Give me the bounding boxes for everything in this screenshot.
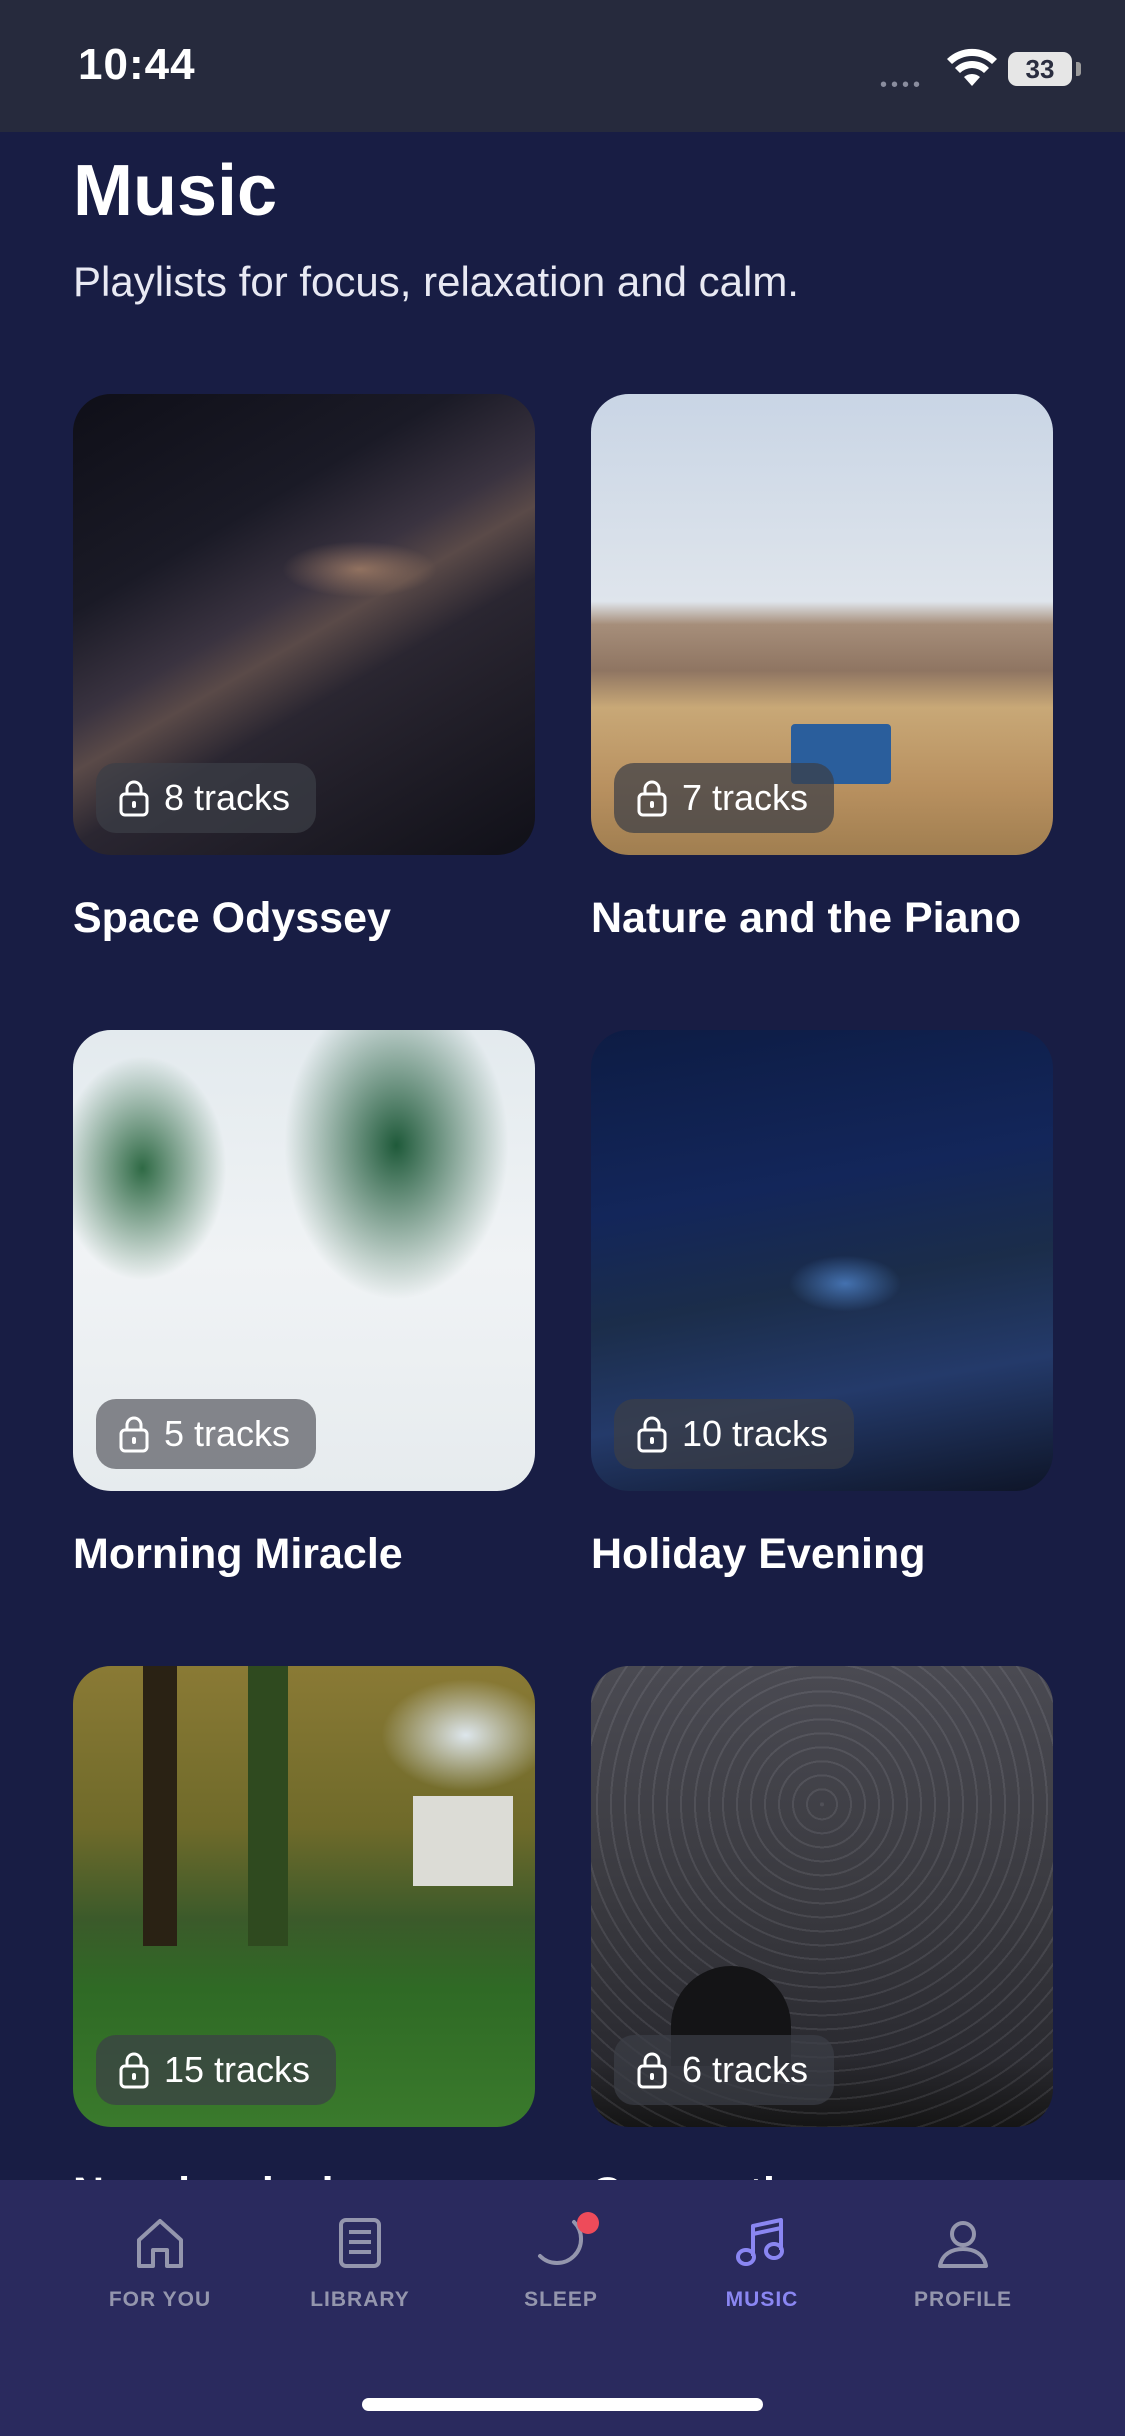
playlist-card-neoclassical[interactable]: 15 tracks [73, 1666, 535, 2127]
track-count-badge: 10 tracks [614, 1399, 855, 1469]
playlist-title: Neoclassical [73, 2172, 334, 2180]
lock-icon [119, 780, 149, 817]
playlist-title: Nature and the Piano [591, 894, 1022, 942]
playlist-cover-image: 5 tracks [73, 1030, 535, 1491]
tab-label: FOR YOU [108, 2288, 212, 2311]
track-count-badge: 8 tracks [96, 763, 317, 833]
library-icon [339, 2218, 381, 2268]
playlist-cover-image: 7 tracks [591, 394, 1053, 855]
playlist-cover-image: 10 tracks [591, 1030, 1053, 1491]
playlist-card-connections[interactable]: 6 tracks [591, 1666, 1053, 2127]
lock-icon [119, 1416, 149, 1453]
music-note-icon [736, 2218, 784, 2266]
lock-icon [637, 2052, 667, 2089]
battery-tip [1076, 62, 1081, 76]
playlist-cover-image: 6 tracks [591, 1666, 1053, 2127]
page-subtitle: Playlists for focus, relaxation and calm… [73, 258, 799, 305]
track-count-badge: 6 tracks [614, 2035, 835, 2105]
status-bar: 10:44 •••• 33 [0, 0, 1125, 132]
cellular-signal-icon: •••• [880, 74, 925, 96]
lock-icon [637, 780, 667, 817]
tab-for-you[interactable]: FOR YOU [60, 2212, 260, 2312]
lock-icon [119, 2052, 149, 2089]
tab-music[interactable]: MUSIC [662, 2212, 862, 2312]
playlist-card-holiday-evening[interactable]: 10 tracks Holiday Evening [591, 1030, 1053, 1578]
tab-label: SLEEP [524, 2288, 598, 2311]
track-count-badge: 15 tracks [96, 2035, 337, 2105]
playlist-title: Space Odyssey [73, 894, 391, 942]
page-title: Music [73, 151, 278, 231]
playlist-card-space-odyssey[interactable]: 8 tracks Space Odyssey [73, 394, 535, 942]
notification-dot [577, 2212, 599, 2234]
playlist-title: Holiday Evening [591, 1530, 926, 1578]
tree-trunk [248, 1666, 288, 1946]
playlist-card-nature-piano[interactable]: 7 tracks Nature and the Piano [591, 394, 1053, 942]
playlist-title: Morning Miracle [73, 1530, 403, 1578]
track-count: 8 tracks [164, 777, 291, 818]
playlist-cover-image: 15 tracks [73, 1666, 535, 2127]
track-count: 5 tracks [164, 1413, 291, 1454]
track-count: 6 tracks [682, 2049, 809, 2090]
lock-icon [637, 1416, 667, 1453]
track-count: 7 tracks [682, 777, 809, 818]
track-count-badge: 5 tracks [96, 1399, 317, 1469]
tree-trunk [143, 1666, 177, 1946]
battery-icon: 33 [1008, 52, 1072, 86]
tab-library[interactable]: LIBRARY [260, 2212, 460, 2312]
profile-icon [938, 2221, 988, 2268]
track-count: 15 tracks [164, 2049, 311, 2090]
temple-building [413, 1796, 513, 1886]
home-icon [137, 2219, 183, 2268]
battery-level: 33 [1025, 54, 1055, 84]
track-count: 10 tracks [682, 1413, 829, 1454]
tab-label: MUSIC [725, 2288, 799, 2311]
playlist-title: Connections [591, 2172, 851, 2180]
tab-profile[interactable]: PROFILE [863, 2212, 1063, 2312]
home-indicator [362, 2398, 763, 2411]
tab-label: LIBRARY [310, 2288, 410, 2311]
track-count-badge: 7 tracks [614, 763, 835, 833]
tab-sleep[interactable]: SLEEP [461, 2212, 661, 2312]
status-time: 10:44 [78, 40, 196, 89]
wifi-icon [947, 48, 997, 86]
tab-label: PROFILE [913, 2288, 1012, 2311]
playlist-card-morning-miracle[interactable]: 5 tracks Morning Miracle [73, 1030, 535, 1578]
playlist-cover-image: 8 tracks [73, 394, 535, 855]
